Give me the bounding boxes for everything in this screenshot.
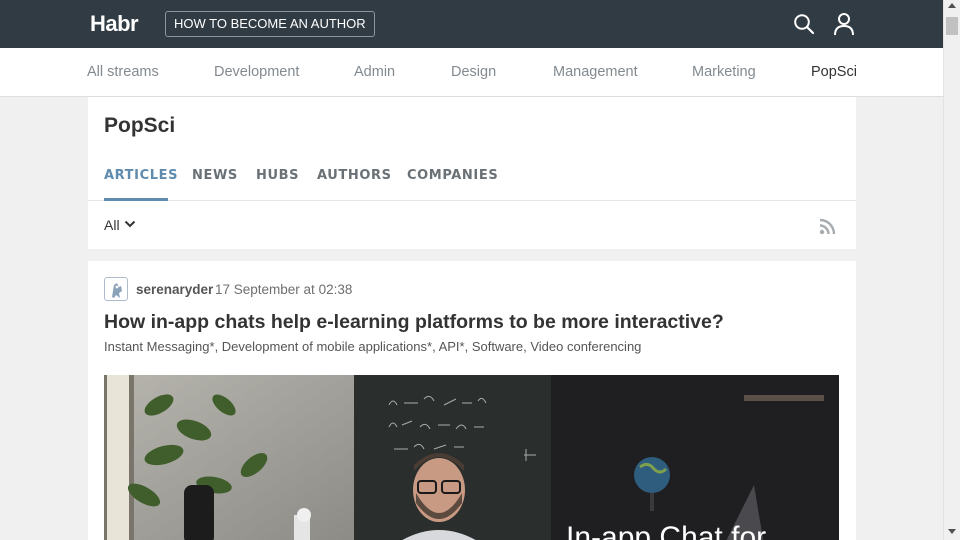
author-name[interactable]: serenaryder <box>136 282 213 297</box>
filter-dropdown[interactable]: All <box>104 217 120 233</box>
active-tab-indicator <box>104 198 168 201</box>
scroll-down-arrow-icon[interactable] <box>948 529 956 534</box>
stream-management[interactable]: Management <box>553 64 638 80</box>
search-icon[interactable] <box>793 13 815 35</box>
streams-nav: All streams Development Admin Design Man… <box>0 48 943 97</box>
stream-development[interactable]: Development <box>214 64 299 80</box>
page-title: PopSci <box>104 114 176 137</box>
article-card: serenaryder 17 September at 02:38 How in… <box>88 261 856 540</box>
image-caption: In-app Chat for <box>566 521 767 540</box>
tab-authors[interactable]: AUTHORS <box>317 168 392 183</box>
top-header: Habr HOW TO BECOME AN AUTHOR <box>0 0 943 48</box>
stream-all[interactable]: All streams <box>87 64 159 80</box>
avatar-glyph-icon <box>112 283 122 298</box>
hub-card: PopSci ARTICLES NEWS HUBS AUTHORS COMPAN… <box>88 97 856 249</box>
stream-admin[interactable]: Admin <box>354 64 395 80</box>
avatar[interactable] <box>104 277 128 301</box>
scroll-up-arrow-icon[interactable] <box>948 3 956 8</box>
logo[interactable]: Habr <box>90 11 139 37</box>
tab-companies[interactable]: COMPANIES <box>407 168 498 183</box>
article-title[interactable]: How in-app chats help e-learning platfor… <box>104 311 724 334</box>
divider <box>88 200 856 201</box>
scrollbar[interactable] <box>943 0 960 540</box>
classroom-illustration <box>104 375 839 540</box>
article-image[interactable]: In-app Chat for <box>104 375 839 540</box>
chevron-down-icon[interactable] <box>124 219 136 229</box>
tab-articles[interactable]: ARTICLES <box>104 168 178 183</box>
user-icon[interactable] <box>833 12 855 36</box>
stream-design[interactable]: Design <box>451 64 496 80</box>
rss-icon[interactable] <box>819 218 836 235</box>
article-hubs[interactable]: Instant Messaging*, Development of mobil… <box>104 339 641 354</box>
scroll-thumb[interactable] <box>946 17 958 35</box>
tab-hubs[interactable]: HUBS <box>256 168 299 183</box>
tab-news[interactable]: NEWS <box>192 168 238 183</box>
stream-popsci[interactable]: PopSci <box>811 64 857 80</box>
become-author-button[interactable]: HOW TO BECOME AN AUTHOR <box>165 11 375 37</box>
stream-marketing[interactable]: Marketing <box>692 64 756 80</box>
publish-time: 17 September at 02:38 <box>215 282 353 297</box>
